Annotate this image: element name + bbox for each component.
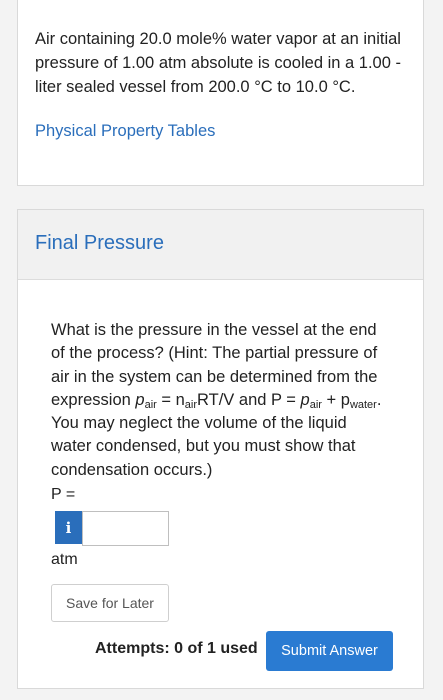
submit-answer-button[interactable]: Submit Answer xyxy=(266,631,393,671)
pressure-input[interactable] xyxy=(82,511,169,546)
physical-property-tables-link[interactable]: Physical Property Tables xyxy=(35,122,215,141)
problem-statement: Air containing 20.0 mole% water vapor at… xyxy=(35,30,401,96)
problem-card: Air containing 20.0 mole% water vapor at… xyxy=(17,0,424,186)
save-for-later-button[interactable]: Save for Later xyxy=(51,584,169,622)
final-pressure-panel: Final Pressure What is the pressure in t… xyxy=(17,209,424,689)
panel-header: Final Pressure xyxy=(18,210,423,280)
unit-label: atm xyxy=(51,551,78,568)
panel-title: Final Pressure xyxy=(35,232,164,254)
attempts-counter: Attempts: 0 of 1 used xyxy=(95,640,258,657)
info-icon[interactable]: i xyxy=(55,511,82,544)
question-text: What is the pressure in the vessel at th… xyxy=(51,321,382,479)
answer-label: P = xyxy=(51,486,76,503)
